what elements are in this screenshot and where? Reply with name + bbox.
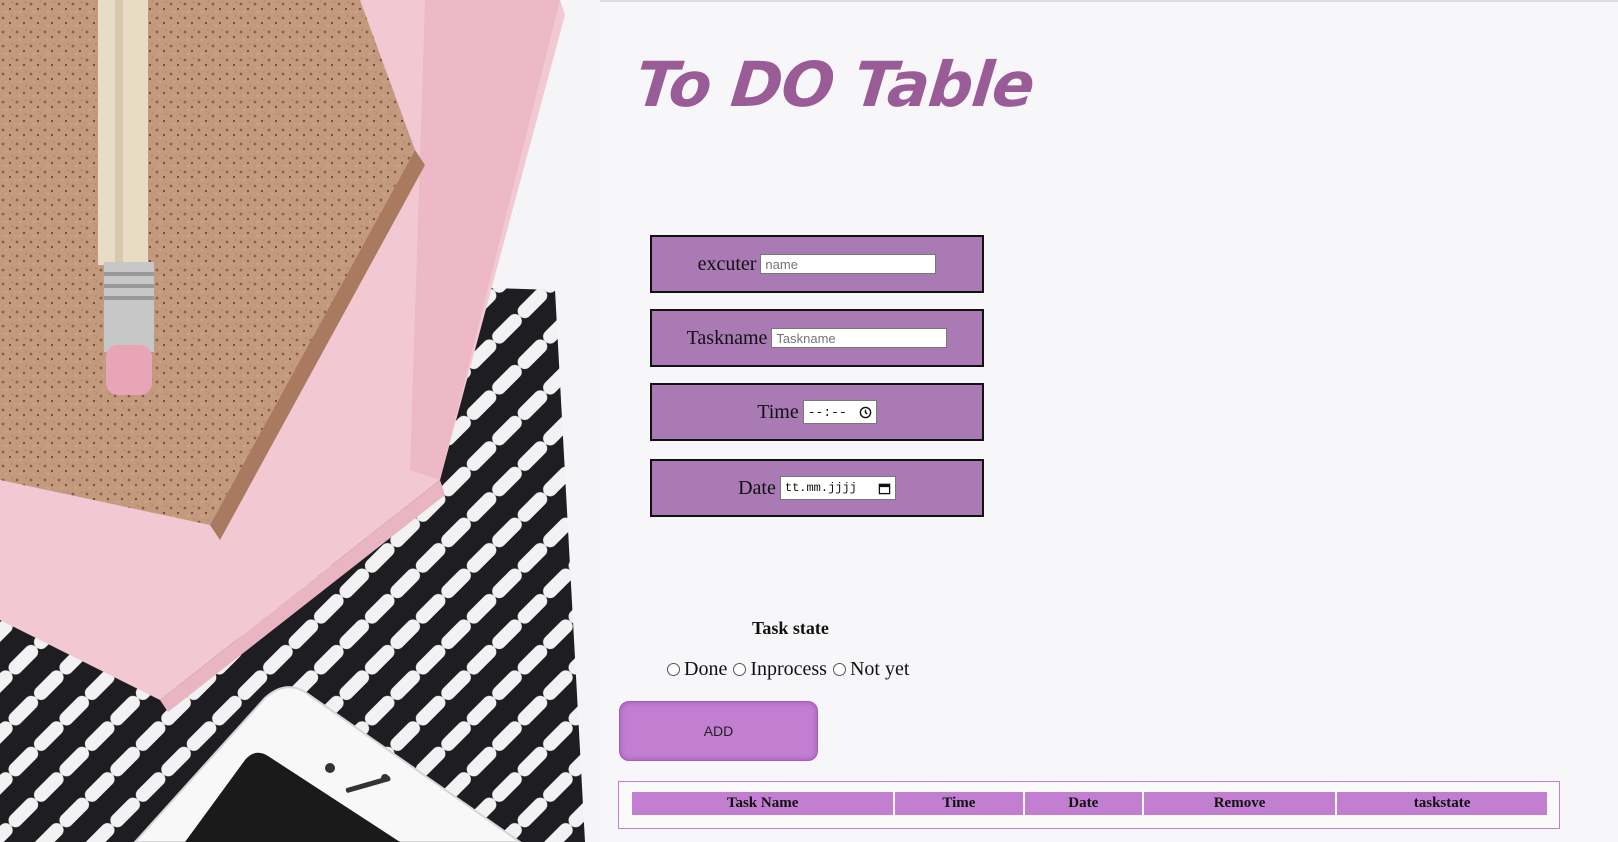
state-option-done[interactable]: Done xyxy=(667,658,727,681)
done-label: Done xyxy=(684,658,728,680)
clock-icon[interactable] xyxy=(859,406,872,419)
taskname-input[interactable] xyxy=(771,328,948,348)
time-input[interactable]: --:-- xyxy=(802,400,877,424)
time-label: Time xyxy=(757,400,799,423)
taskname-field-box: Taskname xyxy=(650,309,984,367)
state-option-inprocess[interactable]: Inprocess xyxy=(733,658,827,681)
excuter-field-box: excuter xyxy=(650,235,984,293)
task-state-title: Task state xyxy=(752,618,829,638)
date-value: tt.mm.jjjj xyxy=(784,481,857,495)
task-state-options: Done Inprocess Not yet xyxy=(667,658,915,681)
inprocess-label: Inprocess xyxy=(750,658,827,680)
time-field-box: Time --:-- xyxy=(650,383,984,441)
todo-table: Task Name Time Date Remove taskstate xyxy=(618,781,1560,829)
header-taskstate: taskstate xyxy=(1337,792,1547,815)
done-radio[interactable] xyxy=(667,663,680,676)
header-time: Time xyxy=(895,792,1023,815)
inprocess-radio[interactable] xyxy=(733,663,747,676)
add-button[interactable]: ADD xyxy=(619,701,818,761)
date-input[interactable]: tt.mm.jjjj xyxy=(779,476,896,500)
taskname-label: Taskname xyxy=(686,326,768,349)
header-task-name: Task Name xyxy=(632,792,894,815)
page-title: To DO Table xyxy=(632,48,1038,121)
header-remove: Remove xyxy=(1143,792,1336,815)
table-header-row: Task Name Time Date Remove taskstate xyxy=(632,792,1547,815)
date-field-box: Date tt.mm.jjjj xyxy=(650,459,984,517)
time-value: --:-- xyxy=(807,404,847,420)
background-photo xyxy=(0,0,600,842)
header-date: Date xyxy=(1024,792,1142,815)
date-label: Date xyxy=(738,476,776,499)
not-yet-radio[interactable] xyxy=(832,663,846,676)
excuter-label: excuter xyxy=(697,252,757,275)
calendar-icon[interactable] xyxy=(878,482,891,495)
state-option-not-yet[interactable]: Not yet xyxy=(832,658,910,681)
not-yet-label: Not yet xyxy=(849,658,910,680)
excuter-input[interactable] xyxy=(760,254,937,274)
